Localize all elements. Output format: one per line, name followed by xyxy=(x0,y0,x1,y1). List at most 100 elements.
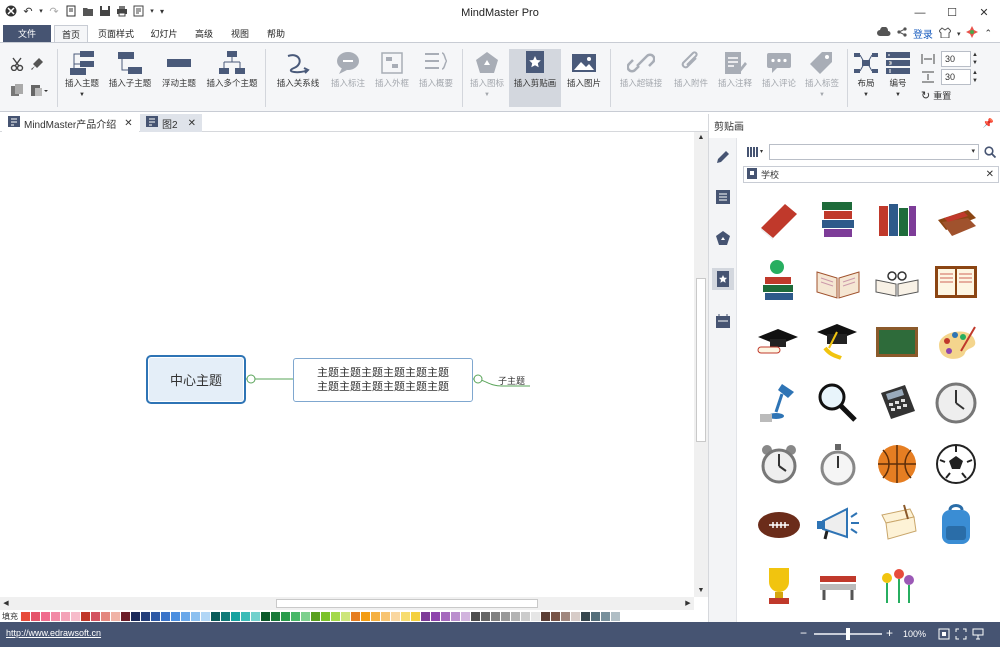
color-swatch[interactable] xyxy=(561,611,570,621)
insert-icon-dropdown-icon[interactable]: ▼ xyxy=(484,92,490,98)
insert-multiple-topics-button[interactable]: 插入多个主题 xyxy=(203,49,261,89)
color-swatch[interactable] xyxy=(411,611,420,621)
h-spacing-stepper[interactable]: ▲ ▼ xyxy=(971,51,979,67)
color-swatch[interactable] xyxy=(431,611,440,621)
tab-file[interactable]: 文件 xyxy=(3,25,51,42)
horizontal-scroll-thumb[interactable] xyxy=(276,599,538,608)
color-swatch[interactable] xyxy=(341,611,350,621)
central-topic[interactable]: 中心主题 xyxy=(146,355,246,404)
fullscreen-icon[interactable] xyxy=(955,628,967,642)
clipart-calculator-icon[interactable] xyxy=(867,372,926,433)
clipart-open-notebook-icon[interactable] xyxy=(926,250,985,311)
color-swatch[interactable] xyxy=(21,611,30,621)
insert-boundary-button[interactable]: 插入外框 xyxy=(372,49,412,89)
v-spacing-stepper[interactable]: ▲ ▼ xyxy=(971,69,979,85)
color-swatch[interactable] xyxy=(331,611,340,621)
zoom-slider[interactable] xyxy=(814,628,882,640)
clipart-paint-palette-icon[interactable] xyxy=(926,311,985,372)
color-swatch[interactable] xyxy=(71,611,80,621)
color-swatch[interactable] xyxy=(401,611,410,621)
insert-note-button[interactable]: 插入注释 xyxy=(714,49,756,89)
cut-icon[interactable] xyxy=(10,57,24,73)
color-swatch[interactable] xyxy=(201,611,210,621)
clipart-red-book-icon[interactable] xyxy=(749,189,808,250)
color-swatch[interactable] xyxy=(61,611,70,621)
color-swatch[interactable] xyxy=(101,611,110,621)
doc-tab-figure-2[interactable]: 图2 ✕ xyxy=(140,114,202,132)
color-swatch[interactable] xyxy=(591,611,600,621)
insert-picture-button[interactable]: 插入图片 xyxy=(563,49,605,89)
color-swatch[interactable] xyxy=(31,611,40,621)
insert-tag-button[interactable]: 插入标签 ▼ xyxy=(801,49,843,98)
color-swatch[interactable] xyxy=(551,611,560,621)
color-swatch[interactable] xyxy=(251,611,260,621)
search-icon[interactable] xyxy=(984,146,997,160)
layout-dropdown-icon[interactable]: ▼ xyxy=(863,92,869,98)
reset-button[interactable]: ↻ 重置 xyxy=(921,89,951,102)
clipart-american-football-icon[interactable] xyxy=(749,494,808,555)
clipart-basketball-icon[interactable] xyxy=(867,433,926,494)
tab-advanced[interactable]: 高级 xyxy=(188,25,220,42)
color-swatch[interactable] xyxy=(211,611,220,621)
color-swatch[interactable] xyxy=(311,611,320,621)
color-swatch[interactable] xyxy=(481,611,490,621)
clipart-trophy-icon[interactable] xyxy=(749,555,808,616)
insert-attachment-button[interactable]: 插入附件 xyxy=(670,49,712,89)
zoom-in-button[interactable]: + xyxy=(886,626,893,640)
color-swatch[interactable] xyxy=(571,611,580,621)
v-spacing-input[interactable]: 30 xyxy=(941,69,971,85)
color-swatch[interactable] xyxy=(611,611,620,621)
clipart-open-book-icon[interactable] xyxy=(808,250,867,311)
scroll-left-icon[interactable]: ◀ xyxy=(0,597,12,610)
search-dropdown-icon[interactable]: ▾ xyxy=(971,147,975,155)
color-swatch[interactable] xyxy=(181,611,190,621)
clipart-graduation-cap-diploma-icon[interactable] xyxy=(749,311,808,372)
share-icon[interactable] xyxy=(897,27,907,40)
scroll-up-icon[interactable]: ▲ xyxy=(694,132,708,144)
clipart-backpack-icon[interactable] xyxy=(926,494,985,555)
color-swatch[interactable] xyxy=(361,611,370,621)
clipart-search-field[interactable] xyxy=(770,145,965,159)
clipart-tab-icon[interactable] xyxy=(712,268,734,290)
website-link[interactable]: http://www.edrawsoft.cn xyxy=(6,628,101,638)
insert-tag-dropdown-icon[interactable]: ▼ xyxy=(819,92,825,98)
color-swatch[interactable] xyxy=(141,611,150,621)
paste-icon[interactable] xyxy=(30,83,48,99)
color-swatch[interactable] xyxy=(441,611,450,621)
theme-shirt-icon[interactable] xyxy=(938,26,952,41)
copy-icon[interactable] xyxy=(10,83,24,99)
minimize-button[interactable]: — xyxy=(904,0,936,25)
clipart-diploma-scroll-icon[interactable] xyxy=(867,494,926,555)
close-tab-icon[interactable]: ✕ xyxy=(188,118,196,129)
insert-callout-button[interactable]: 插入标注 xyxy=(328,49,368,89)
numbering-dropdown-icon[interactable]: ▼ xyxy=(895,92,901,98)
tab-home[interactable]: 首页 xyxy=(54,25,88,42)
main-topic[interactable]: 主题主题主题主题主题主题 主题主题主题主题主题主题 xyxy=(293,358,473,402)
tab-page-style[interactable]: 页面样式 xyxy=(92,25,140,42)
color-swatch[interactable] xyxy=(351,611,360,621)
color-swatch[interactable] xyxy=(91,611,100,621)
icon-library-icon[interactable] xyxy=(712,227,734,249)
color-swatch[interactable] xyxy=(281,611,290,621)
clipart-desk-lamp-icon[interactable] xyxy=(749,372,808,433)
color-swatch[interactable] xyxy=(601,611,610,621)
insert-comment-button[interactable]: 插入评论 xyxy=(758,49,800,89)
clipart-globe-on-books-icon[interactable] xyxy=(749,250,808,311)
insert-subtopic-button[interactable]: 插入子主题 xyxy=(104,49,156,89)
fit-page-icon[interactable] xyxy=(938,628,950,642)
color-swatch[interactable] xyxy=(541,611,550,621)
color-swatch[interactable] xyxy=(161,611,170,621)
insert-hyperlink-button[interactable]: 插入超链接 xyxy=(615,49,667,89)
color-swatch[interactable] xyxy=(231,611,240,621)
pin-panel-icon[interactable]: 📌 xyxy=(983,118,994,129)
canvas-vertical-scrollbar[interactable]: ▲ ▼ xyxy=(694,132,708,597)
format-brush-icon[interactable] xyxy=(712,146,734,168)
library-dropdown-icon[interactable]: ▾ xyxy=(747,146,763,157)
clipart-book-on-stand-icon[interactable] xyxy=(926,189,985,250)
clipart-open-book-glasses-icon[interactable] xyxy=(867,250,926,311)
clipart-stopwatch-icon[interactable] xyxy=(808,433,867,494)
color-swatch[interactable] xyxy=(131,611,140,621)
color-swatch[interactable] xyxy=(451,611,460,621)
color-swatch[interactable] xyxy=(391,611,400,621)
collapse-ribbon-icon[interactable]: ⌃ xyxy=(984,28,992,39)
